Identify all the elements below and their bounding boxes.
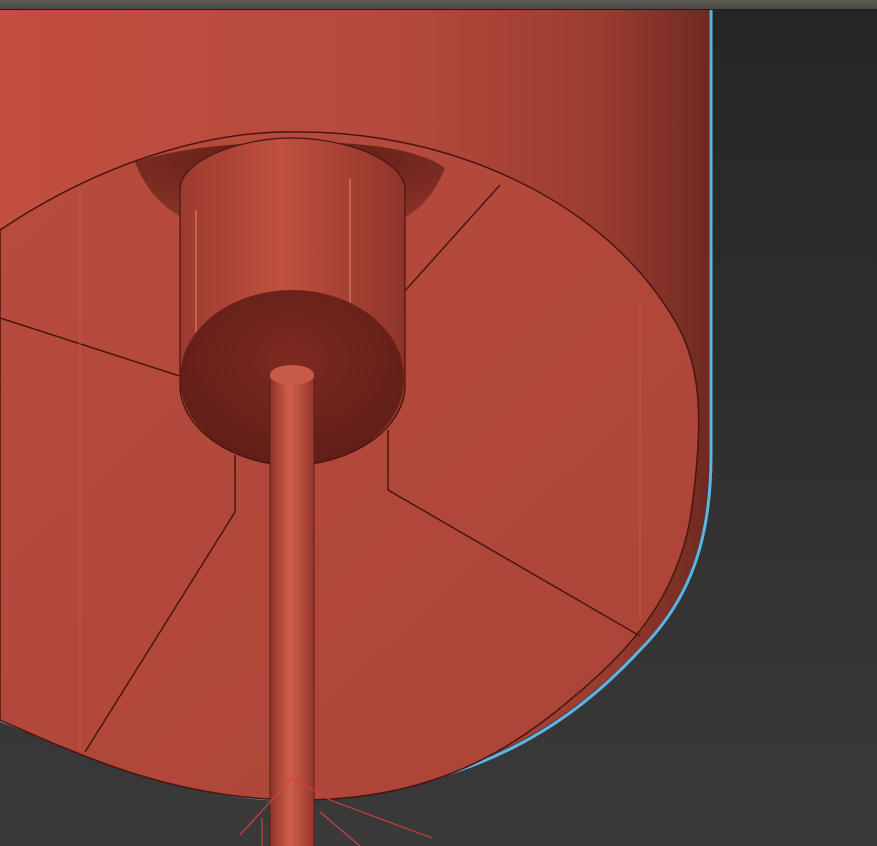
viewport-scene[interactable] [0, 0, 877, 846]
3d-viewport[interactable] [0, 0, 877, 846]
rod[interactable] [270, 372, 314, 846]
